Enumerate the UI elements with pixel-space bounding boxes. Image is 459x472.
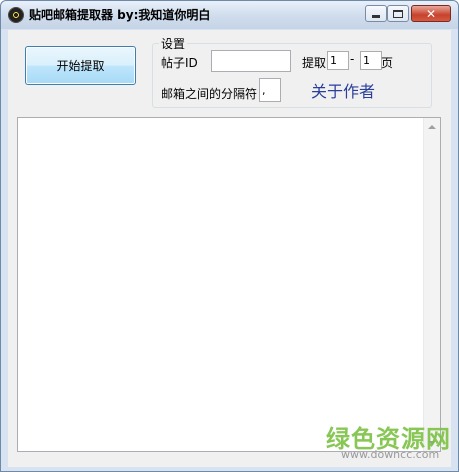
range-dash: -	[350, 52, 355, 66]
settings-group-label: 设置	[159, 35, 188, 52]
maximize-icon	[393, 9, 403, 18]
app-window: 贴吧邮箱提取器 by:我知道你明白 ✕ 开始提取 设置 帖子ID 提取 - 页 …	[0, 0, 459, 472]
about-author-link[interactable]: 关于作者	[311, 78, 375, 102]
arrow-up-icon	[428, 124, 436, 129]
window-title: 贴吧邮箱提取器 by:我知道你明白	[29, 8, 211, 22]
post-id-input[interactable]	[211, 50, 291, 72]
minimize-button[interactable]	[365, 5, 387, 22]
minimize-icon	[372, 15, 380, 18]
scroll-up-button[interactable]	[424, 118, 440, 135]
watermark-url: www.downcc.com	[341, 448, 440, 461]
page-label: 页	[381, 56, 394, 70]
vertical-scrollbar[interactable]	[423, 118, 440, 451]
start-extract-button[interactable]: 开始提取	[25, 46, 136, 85]
output-textarea[interactable]	[17, 117, 441, 452]
from-page-input[interactable]	[327, 51, 349, 70]
close-button[interactable]: ✕	[411, 5, 451, 22]
post-id-label: 帖子ID	[161, 56, 198, 70]
radiation-icon	[8, 7, 24, 23]
client-area: 开始提取 设置 帖子ID 提取 - 页 邮箱之间的分隔符 关于作者	[8, 30, 451, 467]
extract-label: 提取	[302, 56, 327, 70]
separator-input[interactable]	[259, 78, 281, 102]
title-bar[interactable]: 贴吧邮箱提取器 by:我知道你明白 ✕	[1, 1, 458, 29]
to-page-input[interactable]	[360, 51, 382, 70]
maximize-button[interactable]	[387, 5, 409, 22]
separator-label: 邮箱之间的分隔符	[161, 87, 258, 101]
close-icon: ✕	[425, 6, 437, 21]
